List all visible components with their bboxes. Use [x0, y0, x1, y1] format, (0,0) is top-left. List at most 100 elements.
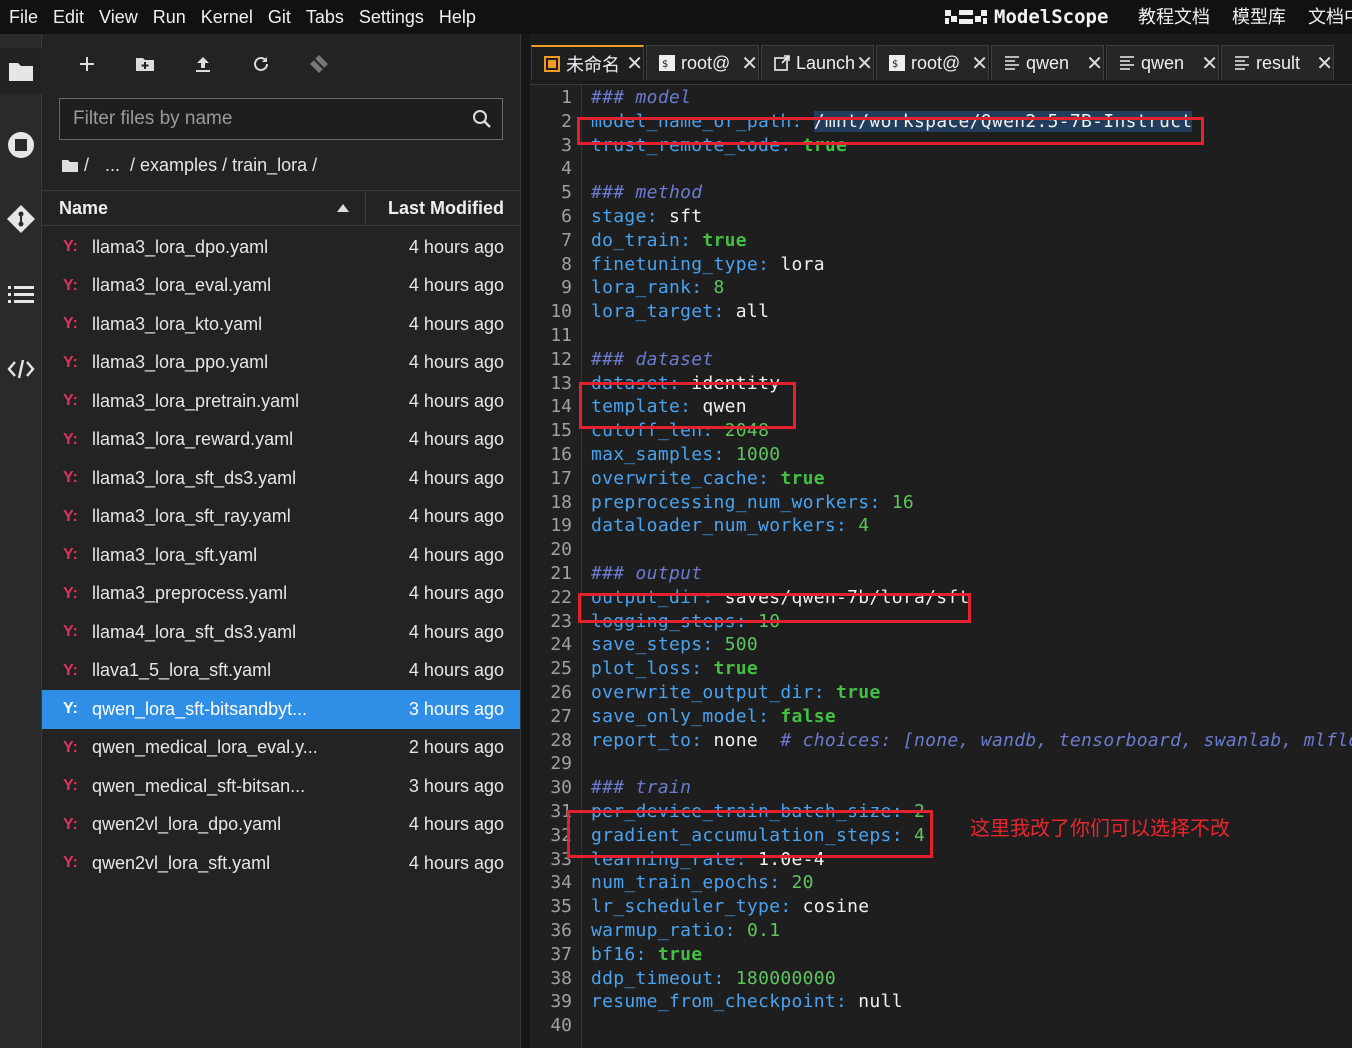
tab-launcher[interactable]: Launcher✕	[761, 45, 874, 80]
file-row[interactable]: Y: llama3_lora_dpo.yaml 4 hours ago	[42, 228, 520, 267]
close-icon[interactable]: ✕	[741, 51, 758, 76]
tab-qwen[interactable]: qwen ✕	[991, 45, 1104, 80]
file-row[interactable]: Y: qwen_medical_lora_eval.y... 2 hours ago	[42, 729, 520, 768]
new-launcher-icon[interactable]	[58, 44, 116, 84]
tab-result[interactable]: result ✕	[1221, 45, 1334, 80]
file-browser: / ... / examples / train_lora / Name Las…	[42, 34, 520, 1048]
close-icon[interactable]: ✕	[1201, 51, 1218, 76]
code-line: ### train	[591, 777, 692, 799]
tab-qwen[interactable]: qwen ✕	[1106, 45, 1219, 80]
breadcrumb-path[interactable]: / examples / train_lora /	[130, 155, 317, 176]
file-row[interactable]: Y: llama3_lora_sft_ds3.yaml 4 hours ago	[42, 459, 520, 498]
panel-splitter[interactable]	[520, 34, 530, 1048]
git-clone-icon[interactable]	[290, 44, 348, 84]
file-row[interactable]: Y: llava1_5_lora_sft.yaml 4 hours ago	[42, 652, 520, 691]
file-modified: 4 hours ago	[408, 352, 504, 373]
tab-notebook[interactable]: 未命名 ✕	[531, 45, 644, 80]
menu-file[interactable]: File	[0, 0, 38, 34]
file-row[interactable]: Y: llama3_preprocess.yaml 4 hours ago	[42, 575, 520, 614]
close-icon[interactable]: ✕	[971, 51, 988, 76]
new-folder-icon[interactable]	[116, 44, 174, 84]
file-name: llama3_lora_sft.yaml	[92, 544, 258, 565]
file-row[interactable]: Y: llama3_lora_eval.yaml 4 hours ago	[42, 267, 520, 306]
line-number: 27	[550, 705, 572, 727]
file-name: qwen2vl_lora_dpo.yaml	[92, 814, 282, 835]
menu-tabs[interactable]: Tabs	[297, 0, 344, 34]
menu-run[interactable]: Run	[144, 0, 186, 34]
file-list: Y: llama3_lora_dpo.yaml 4 hours ago Y: llama…	[42, 228, 520, 883]
line-number: 30	[550, 777, 572, 799]
line-number: 38	[550, 967, 572, 989]
menu-view[interactable]: View	[90, 0, 138, 34]
line-number: 16	[550, 444, 572, 465]
git-icon[interactable]	[0, 196, 42, 242]
model-hub-link[interactable]: 模型库	[1232, 0, 1286, 34]
close-icon[interactable]: ✕	[626, 51, 643, 76]
line-number: 21	[550, 563, 572, 584]
file-row[interactable]: Y: llama3_lora_pretrain.yaml 4 hours ago	[42, 382, 520, 421]
close-icon[interactable]: ✕	[1086, 51, 1103, 76]
menu-help[interactable]: Help	[430, 0, 476, 34]
yaml-file-icon: Y:	[63, 661, 78, 679]
file-modified: 4 hours ago	[408, 814, 504, 835]
line-number: 25	[550, 658, 572, 680]
menu-git[interactable]: Git	[259, 0, 291, 34]
highlight-box-output-dir	[578, 593, 971, 623]
line-number: 6	[561, 206, 572, 227]
yaml-file-icon: Y:	[63, 392, 78, 410]
menu-edit[interactable]: Edit	[44, 0, 84, 34]
file-row[interactable]: Y: qwen_lora_sft-bitsandbyt... 3 hours ago	[42, 690, 520, 729]
file-modified: 4 hours ago	[408, 544, 504, 565]
list-icon[interactable]	[0, 272, 42, 318]
yaml-file-icon: Y:	[63, 507, 78, 525]
folder-home-icon[interactable]	[62, 159, 78, 172]
tab-root[interactable]: $ root@ ✕	[646, 45, 759, 80]
launcher-icon	[774, 55, 790, 71]
editor-content[interactable]: ### model model_name_or_path: /mnt/worksp…	[591, 85, 1352, 1048]
last-modified-column-header[interactable]: Last Modified	[366, 198, 520, 219]
name-column-header[interactable]: Name	[42, 191, 366, 225]
menu-settings[interactable]: Settings	[350, 0, 424, 34]
upload-icon[interactable]	[174, 44, 232, 84]
file-name: llama3_lora_sft_ray.yaml	[92, 506, 291, 527]
file-row[interactable]: Y: llama3_lora_sft_ray.yaml 4 hours ago	[42, 498, 520, 537]
close-icon[interactable]: ✕	[856, 51, 873, 76]
file-row[interactable]: Y: qwen2vl_lora_dpo.yaml 4 hours ago	[42, 806, 520, 845]
file-row[interactable]: Y: qwen_medical_sft-bitsan... 3 hours ago	[42, 767, 520, 806]
file-row[interactable]: Y: llama3_lora_sft.yaml 4 hours ago	[42, 536, 520, 575]
tab-root[interactable]: $ root@ ✕	[876, 45, 989, 80]
line-number: 9	[561, 277, 572, 299]
name-column-label: Name	[59, 197, 109, 218]
terminal-icon: $	[889, 55, 905, 71]
line-number: 37	[550, 943, 572, 965]
file-row[interactable]: Y: qwen2vl_lora_sft.yaml 4 hours ago	[42, 844, 520, 883]
line-number: 12	[550, 348, 572, 370]
yaml-file-icon: Y:	[63, 238, 78, 256]
file-name: qwen_medical_lora_eval.y...	[92, 737, 318, 758]
file-row[interactable]: Y: llama4_lora_sft_ds3.yaml 4 hours ago	[42, 613, 520, 652]
file-row[interactable]: Y: llama3_lora_kto.yaml 4 hours ago	[42, 305, 520, 344]
docs-link[interactable]: 教程文档	[1138, 0, 1210, 34]
code-line: do_train: true	[591, 229, 747, 251]
refresh-icon[interactable]	[232, 44, 290, 84]
code-editor[interactable]: 1 2 3 4 5 6 7 8 9 10 11 12 13 14 15 16 17 18 19 20 21 22 23 24 2…	[530, 84, 1352, 1048]
line-number: 15	[550, 420, 572, 442]
line-number: 4	[561, 158, 572, 180]
highlight-box-train	[567, 810, 933, 858]
highlight-box-model-path	[577, 117, 1204, 145]
menu-kernel[interactable]: Kernel	[192, 0, 253, 34]
stop-circle-icon[interactable]	[0, 122, 42, 168]
file-name: llama3_lora_pretrain.yaml	[92, 390, 300, 411]
modelscope-brand[interactable]: ModelScope	[944, 0, 1108, 34]
line-number: 36	[550, 920, 572, 941]
filter-input[interactable]	[60, 99, 462, 139]
close-icon[interactable]: ✕	[1316, 51, 1333, 76]
breadcrumb-ellipsis[interactable]: ...	[105, 155, 120, 176]
breadcrumb-root[interactable]: /	[84, 155, 89, 176]
file-row[interactable]: Y: llama3_lora_reward.yaml 4 hours ago	[42, 421, 520, 460]
file-row[interactable]: Y: llama3_lora_ppo.yaml 4 hours ago	[42, 344, 520, 383]
folder-icon[interactable]	[0, 48, 42, 94]
code-icon[interactable]	[0, 346, 42, 392]
docs-center-link[interactable]: 文档中	[1308, 0, 1352, 34]
line-number: 26	[550, 682, 572, 703]
